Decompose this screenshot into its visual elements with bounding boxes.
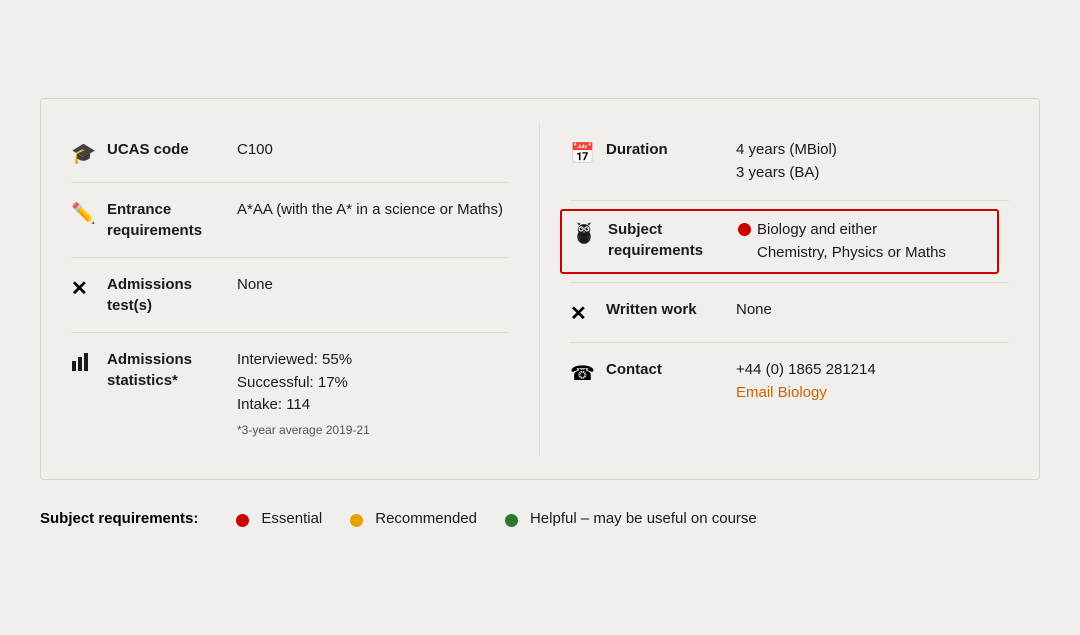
x-icon-test: ✕ bbox=[71, 274, 107, 301]
admissions-test-value: None bbox=[237, 274, 509, 297]
duration-value: 4 years (MBiol) 3 years (BA) bbox=[736, 139, 1009, 184]
admissions-stats-label: Admissions statistics* bbox=[107, 349, 237, 391]
email-biology-link[interactable]: Email Biology bbox=[736, 384, 827, 401]
legend-helpful: Helpful – may be useful on course bbox=[505, 510, 757, 527]
contact-label: Contact bbox=[606, 359, 736, 380]
info-card: 🎓 UCAS code C100 ✏️ Entrance requir bbox=[40, 98, 1040, 480]
calendar-icon: 📅 bbox=[570, 139, 606, 166]
legend-recommended-label: Recommended bbox=[375, 510, 477, 527]
legend-helpful-label: Helpful – may be useful on course bbox=[530, 510, 757, 527]
entrance-label: Entrance requirements bbox=[107, 199, 237, 241]
entrance-row: ✏️ Entrance requirements A*AA (with the … bbox=[71, 183, 509, 258]
ucas-row: 🎓 UCAS code C100 bbox=[71, 123, 509, 183]
entrance-value: A*AA (with the A* in a science or Maths) bbox=[237, 199, 509, 222]
duration-row: 📅 Duration 4 years (MBiol) 3 years (BA) bbox=[570, 123, 1009, 201]
phone-icon: ☎ bbox=[570, 359, 606, 386]
contact-row: ☎ Contact +44 (0) 1865 281214 Email Biol… bbox=[570, 343, 1009, 420]
contact-value: +44 (0) 1865 281214 Email Biology bbox=[736, 359, 1009, 404]
subject-req-value: Biology and either Chemistry, Physics or… bbox=[738, 219, 987, 264]
legend-recommended-dot bbox=[350, 514, 363, 527]
legend-essential-dot bbox=[236, 514, 249, 527]
legend-helpful-dot bbox=[505, 514, 518, 527]
ucas-label: UCAS code bbox=[107, 139, 237, 160]
duration-label: Duration bbox=[606, 139, 736, 160]
written-work-value: None bbox=[736, 299, 1009, 322]
essential-dot bbox=[738, 223, 751, 236]
owl-icon bbox=[572, 219, 608, 245]
admissions-test-label: Admissions test(s) bbox=[107, 274, 237, 316]
legend-essential-label: Essential bbox=[261, 510, 322, 527]
page-container: 🎓 UCAS code C100 ✏️ Entrance requir bbox=[20, 78, 1060, 557]
barchart-icon bbox=[71, 349, 107, 373]
subject-req-row: Subject requirements Biology and either … bbox=[570, 201, 1009, 283]
legend-recommended: Recommended bbox=[350, 510, 477, 527]
admissions-test-row: ✕ Admissions test(s) None bbox=[71, 258, 509, 333]
subject-req-label: Subject requirements bbox=[608, 219, 738, 261]
left-column: 🎓 UCAS code C100 ✏️ Entrance requir bbox=[71, 123, 540, 455]
legend-title: Subject requirements: bbox=[40, 510, 198, 527]
pencil-icon: ✏️ bbox=[71, 199, 107, 226]
subject-req-highlight-box: Subject requirements Biology and either … bbox=[560, 209, 999, 274]
written-work-row: ✕ Written work None bbox=[570, 283, 1009, 343]
right-column: 📅 Duration 4 years (MBiol) 3 years (BA) bbox=[540, 123, 1009, 455]
admissions-stats-value: Interviewed: 55% Successful: 17% Intake:… bbox=[237, 349, 509, 439]
x-icon-written: ✕ bbox=[570, 299, 606, 326]
info-grid: 🎓 UCAS code C100 ✏️ Entrance requir bbox=[71, 123, 1009, 455]
subject-req-inner: Subject requirements Biology and either … bbox=[570, 217, 1009, 266]
written-work-label: Written work bbox=[606, 299, 736, 320]
admissions-stats-row: Admissions statistics* Interviewed: 55% … bbox=[71, 333, 509, 455]
legend-section: Subject requirements: Essential Recommen… bbox=[40, 504, 1040, 527]
legend-essential: Essential bbox=[236, 510, 322, 527]
ucas-value: C100 bbox=[237, 139, 509, 162]
mortarboard-icon: 🎓 bbox=[71, 139, 107, 166]
